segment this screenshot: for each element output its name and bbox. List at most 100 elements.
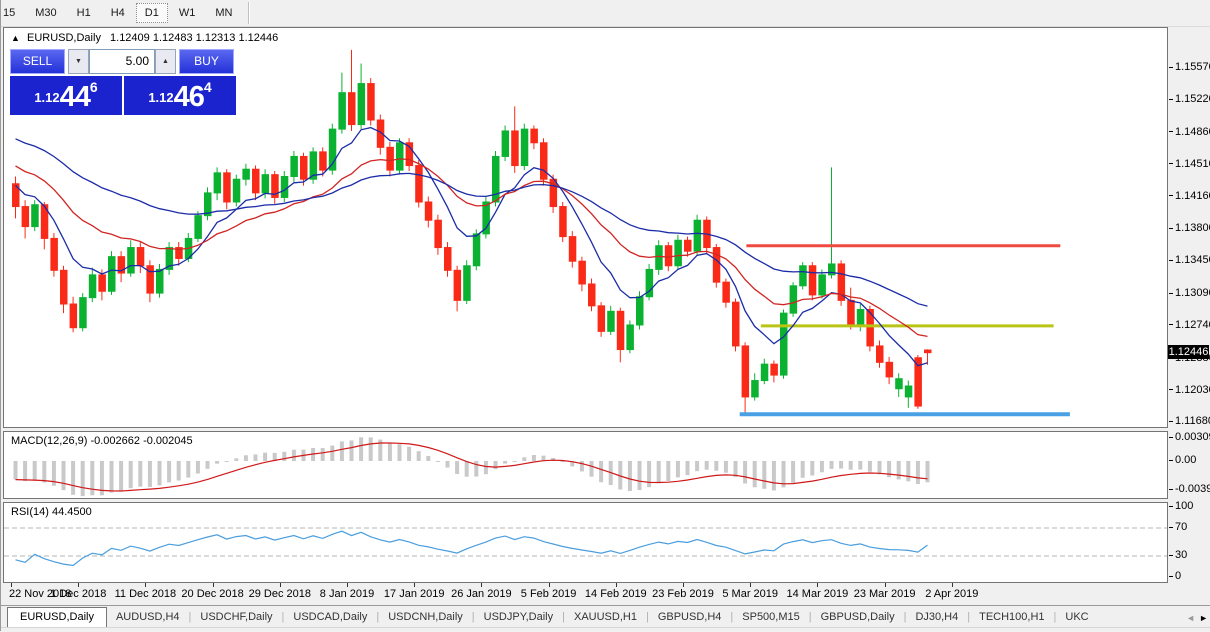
macd-indicator-pane: MACD(12,26,9) -0.002662 -0.002045 [3, 431, 1168, 499]
macd-axis-label: 0.003095 [1169, 431, 1210, 443]
date-axis-tick [280, 583, 281, 587]
date-axis-tick [952, 583, 953, 587]
volume-input[interactable]: 5.00 [89, 49, 155, 74]
chart-tab-tech100-h1[interactable]: TECH100,H1 [970, 608, 1053, 627]
tab-scroll-controls: ◄► [1186, 613, 1208, 623]
date-axis-tick [885, 583, 886, 587]
date-axis-label: 5 Mar 2019 [722, 588, 778, 600]
trading-terminal: { "toolbar": { "timeframes": [ {"label":… [0, 0, 1210, 631]
timeframe-button-h1[interactable]: H1 [68, 3, 100, 23]
sell-price-sup: 6 [90, 79, 98, 95]
tab-scroll-left-icon[interactable]: ◄ [1186, 613, 1195, 623]
axis-tick [1169, 195, 1173, 196]
axis-tick [1169, 527, 1173, 528]
timeframe-button-h4[interactable]: H4 [102, 3, 134, 23]
sell-button[interactable]: SELL [10, 49, 65, 74]
volume-down-button[interactable]: ▼ [68, 49, 89, 74]
buy-price-sup: 4 [204, 79, 212, 95]
one-click-trading-panel: SELL ▼ 5.00 ▲ BUY 1.12446 1.12464 [10, 49, 236, 115]
sell-price-big: 44 [60, 81, 90, 113]
toolbar-separator [248, 2, 250, 24]
date-axis-tick [213, 583, 214, 587]
buy-price-prefix: 1.12 [148, 90, 173, 105]
timeframe-button-15[interactable]: 15 [0, 3, 24, 23]
date-axis: 22 Nov 20181 Dec 201811 Dec 201820 Dec 2… [3, 583, 1168, 604]
chart-tab-ukc[interactable]: UKC [1056, 608, 1097, 627]
axis-tick [1169, 506, 1173, 507]
axis-tick [1169, 228, 1173, 229]
rsi-axis-label: 0 [1169, 570, 1181, 582]
chart-tab-usdjpy-daily[interactable]: USDJPY,Daily [475, 608, 563, 627]
rsi-axis-label: 100 [1169, 500, 1193, 512]
macd-signal-line [16, 443, 928, 491]
date-axis-tick [347, 583, 348, 587]
timeframe-button-d1[interactable]: D1 [136, 3, 168, 23]
chart-tab-eurusd-daily[interactable]: EURUSD,Daily [7, 607, 107, 628]
bid-ask-display: 1.12446 1.12464 [10, 76, 236, 115]
axis-tick [1169, 489, 1173, 490]
chart-tab-audusd-h4[interactable]: AUDUSD,H4 [107, 608, 189, 627]
date-axis-tick [414, 583, 415, 587]
chart-tab-usdcad-daily[interactable]: USDCAD,Daily [284, 608, 376, 627]
current-price-tag: 1.12446 [1168, 345, 1209, 359]
chart-title: ▲ EURUSD,Daily 1.12409 1.12483 1.12313 1… [11, 32, 278, 44]
chart-tab-usdchf-daily[interactable]: USDCHF,Daily [191, 608, 281, 627]
tab-scroll-right-icon[interactable]: ► [1199, 613, 1208, 623]
timeframe-button-list: 15M30H1H4D1W1MN [1, 3, 242, 23]
axis-tick [1169, 67, 1173, 68]
chart-symbol-label: EURUSD,Daily [27, 32, 101, 44]
date-axis-label: 5 Feb 2019 [521, 588, 577, 600]
axis-tick [1169, 460, 1173, 461]
chart-tab-xauusd-h1[interactable]: XAUUSD,H1 [565, 608, 646, 627]
buy-button[interactable]: BUY [179, 49, 234, 74]
axis-tick [1169, 421, 1173, 422]
collapse-chart-icon[interactable]: ▲ [11, 33, 20, 43]
timeframe-button-w1[interactable]: W1 [170, 3, 205, 23]
date-axis-label: 1 Dec 2018 [50, 588, 106, 600]
price-axis-label: 1.13450 [1169, 254, 1210, 266]
rsi-axis-label: 30 [1169, 549, 1187, 561]
date-axis-label: 14 Feb 2019 [585, 588, 647, 600]
volume-up-button[interactable]: ▲ [155, 49, 176, 74]
sell-price[interactable]: 1.12446 [10, 76, 122, 115]
chart-tab-gbpusd-daily[interactable]: GBPUSD,Daily [812, 608, 904, 627]
date-axis-tick [616, 583, 617, 587]
volume-stepper: ▼ 5.00 ▲ [68, 49, 176, 74]
date-axis-tick [549, 583, 550, 587]
price-axis-label: 1.15220 [1169, 93, 1210, 105]
price-axis-label: 1.14860 [1169, 126, 1210, 138]
price-axis-label: 1.12030 [1169, 384, 1210, 396]
axis-tick [1169, 389, 1173, 390]
date-axis-tick [481, 583, 482, 587]
axis-tick [1169, 324, 1173, 325]
axis-tick [1169, 131, 1173, 132]
chart-tab-sp500-m15[interactable]: SP500,M15 [733, 608, 808, 627]
date-axis-label: 23 Feb 2019 [652, 588, 714, 600]
buy-price[interactable]: 1.12464 [124, 76, 236, 115]
date-axis-label: 17 Jan 2019 [384, 588, 445, 600]
chart-tab-usdcnh-daily[interactable]: USDCNH,Daily [379, 608, 472, 627]
timeframe-button-mn[interactable]: MN [206, 3, 241, 23]
price-axis-label: 1.14160 [1169, 190, 1210, 202]
price-axis: 1.155701.152201.148601.145101.141601.138… [1168, 27, 1209, 583]
rsi-svg [4, 503, 1167, 582]
chart-tab-gbpusd-h4[interactable]: GBPUSD,H4 [649, 608, 731, 627]
date-axis-tick [11, 583, 12, 587]
chart-tab-dj30-h4[interactable]: DJ30,H4 [906, 608, 967, 627]
rsi-label: RSI(14) 44.4500 [11, 506, 92, 518]
date-axis-label: 29 Dec 2018 [249, 588, 311, 600]
price-axis-label: 1.13090 [1169, 287, 1210, 299]
date-axis-label: 26 Jan 2019 [451, 588, 512, 600]
chart-ohlc-values: 1.12409 1.12483 1.12313 1.12446 [110, 32, 278, 44]
sell-price-prefix: 1.12 [34, 90, 59, 105]
date-axis-tick [750, 583, 751, 587]
date-axis-label: 2 Apr 2019 [925, 588, 978, 600]
timeframe-button-m30[interactable]: M30 [26, 3, 65, 23]
status-bar [1, 627, 1210, 632]
macd-axis-label: 0.00 [1169, 454, 1196, 466]
axis-tick [1169, 437, 1173, 438]
date-axis-label: 11 Dec 2018 [115, 588, 177, 600]
date-axis-tick [78, 583, 79, 587]
date-axis-label: 8 Jan 2019 [320, 588, 374, 600]
axis-tick [1169, 576, 1173, 577]
